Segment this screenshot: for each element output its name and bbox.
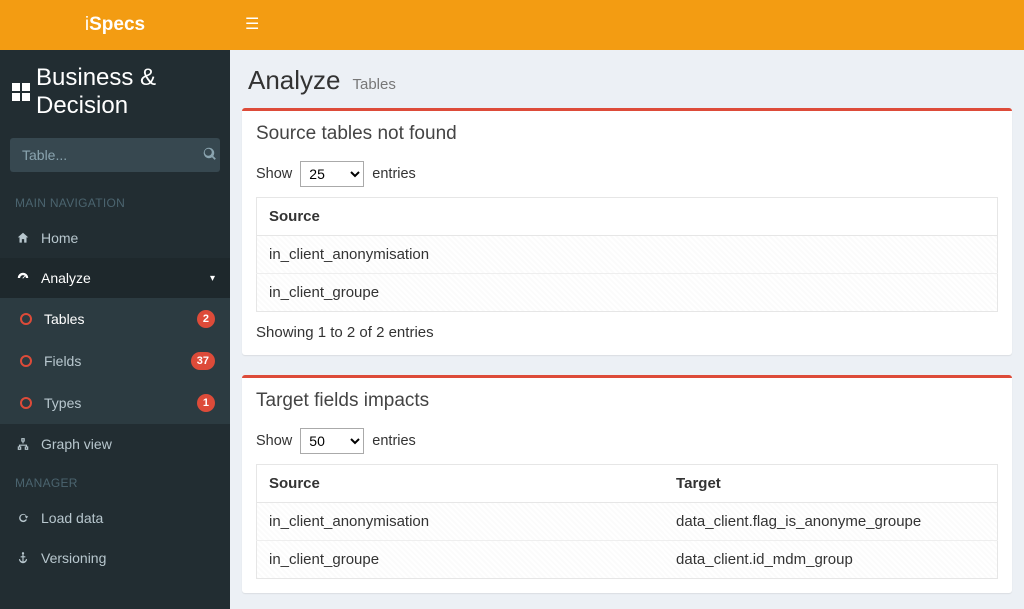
table-row[interactable]: in_client_anonymisation data_client.flag… bbox=[257, 503, 998, 541]
sidebar-item-graph[interactable]: Graph view bbox=[0, 424, 230, 464]
sidebar-item-types[interactable]: Types 1 bbox=[0, 382, 230, 424]
table-info: Showing 1 to 2 of 2 entries bbox=[256, 324, 998, 341]
sidebar-item-label: Types bbox=[44, 395, 81, 411]
sitemap-icon bbox=[15, 437, 31, 451]
nav-header-main: MAIN NAVIGATION bbox=[0, 184, 230, 218]
cell-target: data_client.id_mdm_group bbox=[664, 541, 997, 579]
ring-icon bbox=[18, 355, 34, 367]
sidebar-item-label: Load data bbox=[41, 510, 103, 526]
page-size-select[interactable]: 50 bbox=[300, 428, 364, 454]
page-subtitle: Tables bbox=[353, 76, 396, 93]
sidebar-item-label: Home bbox=[41, 230, 78, 246]
sidebar-item-versioning[interactable]: Versioning bbox=[0, 538, 230, 578]
table-row[interactable]: in_client_groupe data_client.id_mdm_grou… bbox=[257, 541, 998, 579]
box-source-not-found: Source tables not found Show 25 entries … bbox=[242, 108, 1012, 355]
sidebar-item-home[interactable]: Home bbox=[0, 218, 230, 258]
sidebar-item-label: Graph view bbox=[41, 436, 112, 452]
sidebar: Business & Decision MAIN NAVIGATION Home… bbox=[0, 50, 230, 609]
topbar-main: ☰ bbox=[230, 0, 1024, 50]
sidebar-item-analyze[interactable]: Analyze ▾ bbox=[0, 258, 230, 298]
chevron-down-icon: ▾ bbox=[210, 273, 215, 284]
entries-label: entries bbox=[372, 166, 416, 182]
dashboard-icon bbox=[15, 271, 31, 285]
sidebar-item-label: Versioning bbox=[41, 550, 106, 566]
cell-source: in_client_groupe bbox=[257, 274, 998, 312]
entries-selector: Show 50 entries bbox=[256, 428, 998, 454]
table-target-impacts: Source Target in_client_anonymisation da… bbox=[256, 464, 998, 579]
brand-grid-icon bbox=[12, 83, 30, 101]
sidebar-item-label: Tables bbox=[44, 311, 84, 327]
entries-selector: Show 25 entries bbox=[256, 161, 998, 187]
app-logo-bold: Specs bbox=[89, 14, 145, 36]
badge-types: 1 bbox=[197, 394, 215, 412]
entries-label: entries bbox=[372, 433, 416, 449]
show-label: Show bbox=[256, 166, 292, 182]
col-source[interactable]: Source bbox=[257, 465, 665, 503]
page-title: Analyze bbox=[248, 65, 341, 96]
sidebar-submenu-analyze: Tables 2 Fields 37 Types 1 bbox=[0, 298, 230, 424]
sidebar-item-fields[interactable]: Fields 37 bbox=[0, 340, 230, 382]
topbar: iSpecs ☰ bbox=[0, 0, 1024, 50]
sidebar-item-label: Fields bbox=[44, 353, 81, 369]
box-title: Target fields impacts bbox=[256, 390, 998, 412]
content-header: Analyze Tables bbox=[230, 50, 1024, 108]
badge-tables: 2 bbox=[197, 310, 215, 328]
nav-header-manager: MANAGER bbox=[0, 464, 230, 498]
refresh-icon bbox=[15, 511, 31, 525]
table-row[interactable]: in_client_groupe bbox=[257, 274, 998, 312]
sidebar-item-label: Analyze bbox=[41, 270, 91, 286]
cell-source: in_client_groupe bbox=[257, 541, 665, 579]
cell-target: data_client.flag_is_anonyme_groupe bbox=[664, 503, 997, 541]
col-target[interactable]: Target bbox=[664, 465, 997, 503]
badge-fields: 37 bbox=[191, 352, 215, 370]
brand-text: Business & Decision bbox=[36, 64, 218, 120]
table-source-not-found: Source in_client_anonymisation in_client… bbox=[256, 197, 998, 312]
sidebar-item-tables[interactable]: Tables 2 bbox=[0, 298, 230, 340]
ring-icon bbox=[18, 313, 34, 325]
search-input[interactable] bbox=[22, 147, 203, 163]
brand: Business & Decision bbox=[0, 50, 230, 130]
cell-source: in_client_anonymisation bbox=[257, 503, 665, 541]
box-target-impacts: Target fields impacts Show 50 entries So… bbox=[242, 375, 1012, 593]
content: Analyze Tables Source tables not found S… bbox=[230, 50, 1024, 609]
sidebar-item-load[interactable]: Load data bbox=[0, 498, 230, 538]
show-label: Show bbox=[256, 433, 292, 449]
page-size-select[interactable]: 25 bbox=[300, 161, 364, 187]
anchor-icon bbox=[15, 551, 31, 565]
app-logo[interactable]: iSpecs bbox=[0, 0, 230, 50]
hamburger-icon[interactable]: ☰ bbox=[245, 17, 259, 33]
search-wrap bbox=[0, 130, 230, 184]
search-box[interactable] bbox=[10, 138, 220, 172]
box-title: Source tables not found bbox=[256, 123, 998, 145]
search-icon[interactable] bbox=[203, 147, 217, 164]
home-icon bbox=[15, 231, 31, 245]
cell-source: in_client_anonymisation bbox=[257, 236, 998, 274]
table-row[interactable]: in_client_anonymisation bbox=[257, 236, 998, 274]
col-source[interactable]: Source bbox=[257, 198, 998, 236]
ring-icon bbox=[18, 397, 34, 409]
